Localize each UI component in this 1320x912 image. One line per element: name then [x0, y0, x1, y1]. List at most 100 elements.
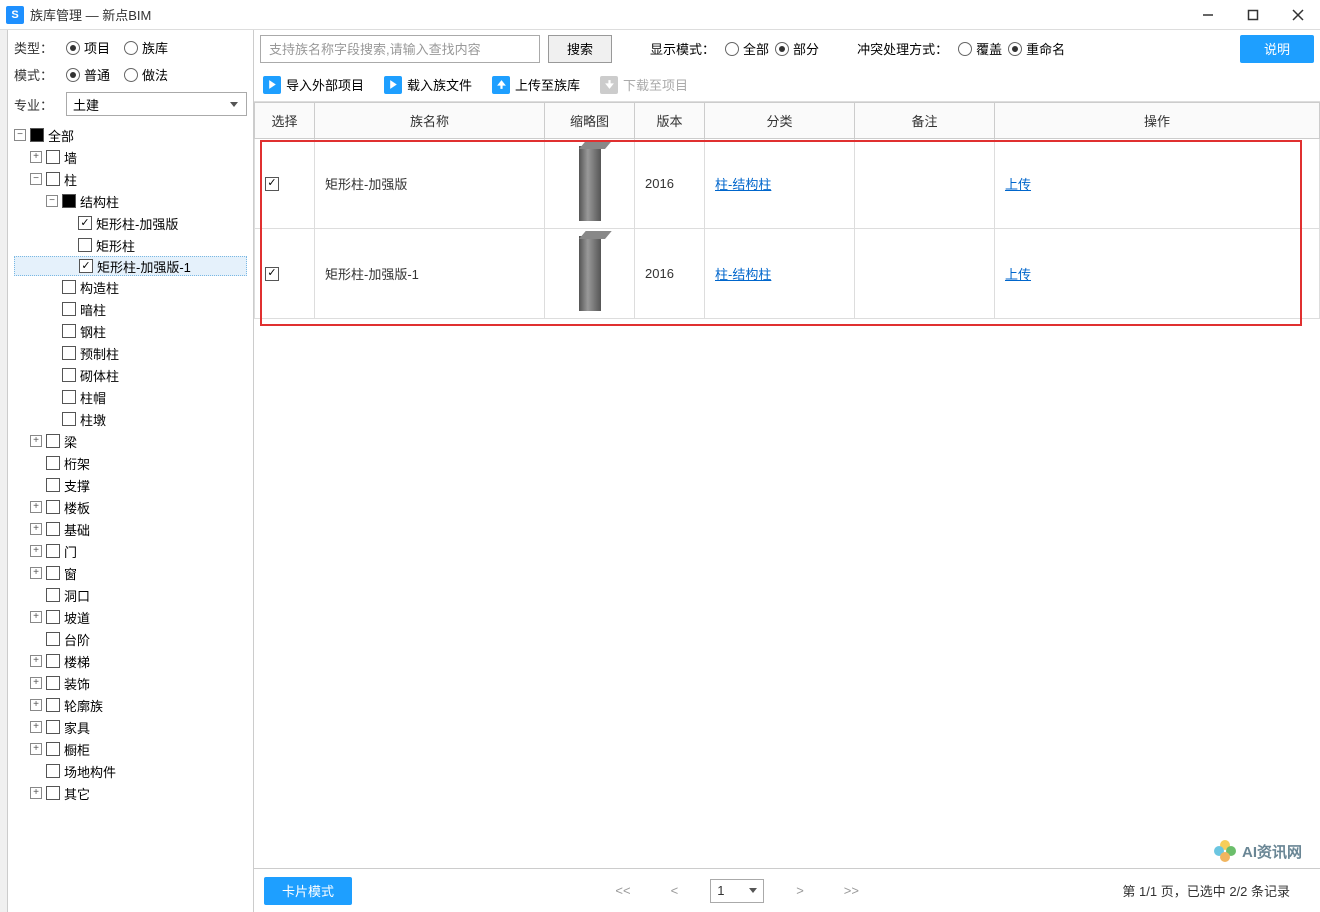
- checkbox[interactable]: [78, 216, 92, 230]
- tree-node[interactable]: +橱柜: [14, 738, 247, 760]
- tree-node[interactable]: +门: [14, 540, 247, 562]
- tree-node[interactable]: 台阶: [14, 628, 247, 650]
- collapse-icon[interactable]: −: [46, 195, 58, 207]
- expand-icon[interactable]: +: [30, 523, 42, 535]
- upload-library-button[interactable]: 上传至族库: [489, 72, 583, 97]
- collapse-icon[interactable]: −: [14, 129, 26, 141]
- checkbox[interactable]: [46, 522, 60, 536]
- row-checkbox[interactable]: [265, 177, 279, 191]
- tree-node[interactable]: 矩形柱: [14, 234, 247, 256]
- expand-icon[interactable]: +: [30, 567, 42, 579]
- checkbox[interactable]: [46, 172, 60, 186]
- tree-node[interactable]: 暗柱: [14, 298, 247, 320]
- checkbox[interactable]: [46, 434, 60, 448]
- next-page-button[interactable]: >: [788, 881, 812, 900]
- checkbox[interactable]: [46, 478, 60, 492]
- checkbox[interactable]: [62, 194, 76, 208]
- expand-icon[interactable]: +: [30, 787, 42, 799]
- tree-node[interactable]: +梁: [14, 430, 247, 452]
- tree-node[interactable]: +墙: [14, 146, 247, 168]
- checkbox[interactable]: [46, 676, 60, 690]
- first-page-button[interactable]: <<: [607, 881, 638, 900]
- tree-node[interactable]: +坡道: [14, 606, 247, 628]
- display-radio-all[interactable]: 全部: [725, 39, 769, 58]
- checkbox[interactable]: [62, 368, 76, 382]
- expand-icon[interactable]: +: [30, 743, 42, 755]
- checkbox[interactable]: [46, 742, 60, 756]
- checkbox[interactable]: [46, 610, 60, 624]
- collapse-icon[interactable]: −: [30, 173, 42, 185]
- checkbox[interactable]: [46, 632, 60, 646]
- search-input[interactable]: 支持族名称字段搜索,请输入查找内容: [260, 35, 540, 63]
- row-checkbox[interactable]: [265, 267, 279, 281]
- tree-node[interactable]: +家具: [14, 716, 247, 738]
- tree-node[interactable]: +楼梯: [14, 650, 247, 672]
- type-radio-library[interactable]: 族库: [124, 38, 168, 57]
- category-link[interactable]: 柱-结构柱: [715, 177, 771, 192]
- expand-icon[interactable]: +: [30, 611, 42, 623]
- mode-radio-normal[interactable]: 普通: [66, 65, 110, 84]
- discipline-select[interactable]: 土建: [66, 92, 247, 116]
- expand-icon[interactable]: +: [30, 545, 42, 557]
- tree-node[interactable]: 洞口: [14, 584, 247, 606]
- checkbox[interactable]: [62, 324, 76, 338]
- conflict-radio-rename[interactable]: 重命名: [1008, 39, 1065, 58]
- tree-node[interactable]: 矩形柱-加强版: [14, 212, 247, 234]
- type-radio-project[interactable]: 项目: [66, 38, 110, 57]
- tree-node[interactable]: 场地构件: [14, 760, 247, 782]
- search-button[interactable]: 搜索: [548, 35, 612, 63]
- checkbox[interactable]: [62, 412, 76, 426]
- close-button[interactable]: [1275, 0, 1320, 30]
- tree-node[interactable]: −全部: [14, 124, 247, 146]
- checkbox[interactable]: [62, 280, 76, 294]
- checkbox[interactable]: [46, 150, 60, 164]
- checkbox[interactable]: [46, 588, 60, 602]
- card-mode-button[interactable]: 卡片模式: [264, 877, 352, 905]
- expand-icon[interactable]: +: [30, 501, 42, 513]
- category-link[interactable]: 柱-结构柱: [715, 267, 771, 282]
- checkbox[interactable]: [78, 238, 92, 252]
- checkbox[interactable]: [30, 128, 44, 142]
- tree-node[interactable]: +轮廓族: [14, 694, 247, 716]
- expand-icon[interactable]: +: [30, 677, 42, 689]
- tree-node[interactable]: 支撑: [14, 474, 247, 496]
- checkbox[interactable]: [79, 259, 93, 273]
- expand-icon[interactable]: +: [30, 151, 42, 163]
- upload-link[interactable]: 上传: [1005, 177, 1031, 192]
- tree-node[interactable]: −柱: [14, 168, 247, 190]
- tree-node[interactable]: 砌体柱: [14, 364, 247, 386]
- checkbox[interactable]: [46, 654, 60, 668]
- expand-icon[interactable]: +: [30, 699, 42, 711]
- checkbox[interactable]: [46, 786, 60, 800]
- tree-node[interactable]: 柱墩: [14, 408, 247, 430]
- last-page-button[interactable]: >>: [836, 881, 867, 900]
- checkbox[interactable]: [46, 720, 60, 734]
- load-family-button[interactable]: 载入族文件: [381, 72, 475, 97]
- checkbox[interactable]: [46, 566, 60, 580]
- minimize-button[interactable]: [1185, 0, 1230, 30]
- expand-icon[interactable]: +: [30, 655, 42, 667]
- tree-node[interactable]: 预制柱: [14, 342, 247, 364]
- tree-node[interactable]: +窗: [14, 562, 247, 584]
- expand-icon[interactable]: +: [30, 435, 42, 447]
- checkbox[interactable]: [46, 500, 60, 514]
- tree-node[interactable]: +装饰: [14, 672, 247, 694]
- page-select[interactable]: 1: [710, 879, 764, 903]
- upload-link[interactable]: 上传: [1005, 267, 1031, 282]
- checkbox[interactable]: [62, 346, 76, 360]
- checkbox[interactable]: [46, 764, 60, 778]
- expand-icon[interactable]: +: [30, 721, 42, 733]
- tree-node[interactable]: 矩形柱-加强版-1: [14, 256, 247, 276]
- tree-node[interactable]: 柱帽: [14, 386, 247, 408]
- display-radio-part[interactable]: 部分: [775, 39, 819, 58]
- conflict-radio-overwrite[interactable]: 覆盖: [958, 39, 1002, 58]
- checkbox[interactable]: [62, 390, 76, 404]
- checkbox[interactable]: [62, 302, 76, 316]
- tree-node[interactable]: +基础: [14, 518, 247, 540]
- tree-node[interactable]: +其它: [14, 782, 247, 804]
- mode-radio-method[interactable]: 做法: [124, 65, 168, 84]
- tree-node[interactable]: 构造柱: [14, 276, 247, 298]
- explain-button[interactable]: 说明: [1240, 35, 1314, 63]
- tree-node[interactable]: +楼板: [14, 496, 247, 518]
- import-external-button[interactable]: 导入外部项目: [260, 72, 367, 97]
